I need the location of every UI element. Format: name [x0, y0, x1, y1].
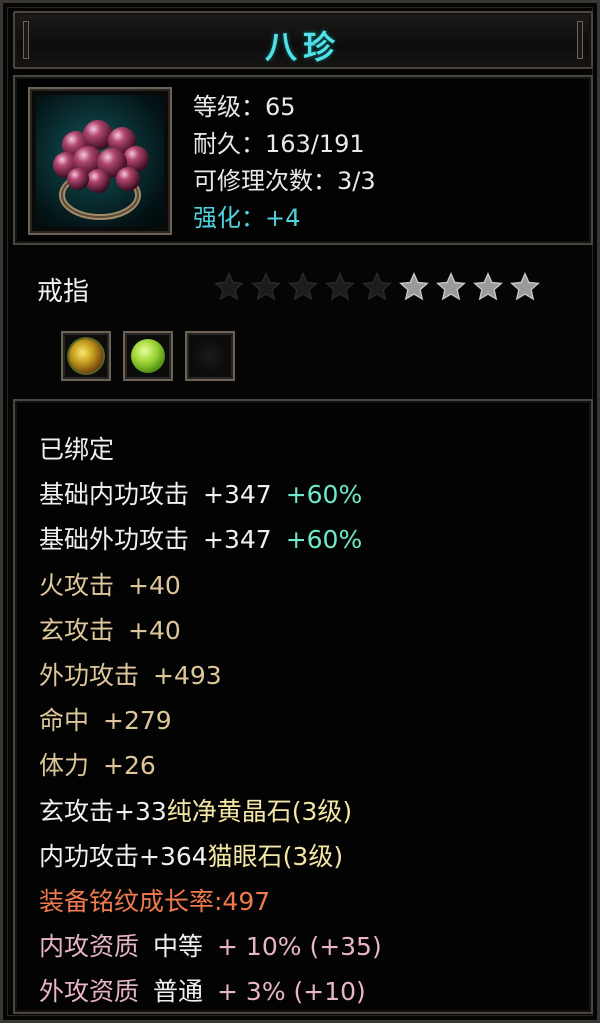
item-tooltip: 八珍 等级：65 耐久：163/191 可修理次数：3/3 强化：+4 戒指 已…: [0, 0, 600, 1023]
enhance-row: 强化：+4: [193, 204, 301, 232]
star-filled-icon: [510, 272, 540, 301]
star-filled-icon: [399, 272, 429, 301]
item-title: 八珍: [264, 28, 341, 66]
level-value: 65: [265, 93, 296, 121]
yellow-crystal-gem-icon: [69, 339, 103, 373]
star-empty-icon: [214, 272, 244, 301]
gem-slot-3[interactable]: [185, 331, 235, 381]
growth-rate: 装备铭纹成长率:497: [39, 886, 271, 916]
level-row: 等级：65: [193, 93, 296, 121]
base-outer-atk-row: 基础外功攻击 +347 +60%: [39, 525, 363, 555]
accuracy-row: 命中 +279: [39, 706, 172, 736]
item-stats: 等级：65 耐久：163/191 可修理次数：3/3 强化：+4: [193, 89, 376, 237]
gem-slots: [61, 331, 235, 381]
star-empty-icon: [325, 272, 355, 301]
base-inner-atk-row: 基础内功攻击 +347 +60%: [39, 480, 363, 510]
outer-atk-row: 外功攻击 +493: [39, 660, 222, 690]
outer-quality-row: 外攻资质 普通 + 3% (+10): [39, 977, 366, 1007]
bound-status: 已绑定: [39, 435, 115, 464]
star-filled-icon: [473, 272, 503, 301]
star-rating: [213, 271, 541, 305]
mystic-atk-row: 玄攻击 +40: [39, 615, 181, 645]
title-bar: 八珍: [13, 11, 593, 69]
empty-gem-slot-icon: [193, 339, 227, 373]
star-filled-icon: [436, 272, 466, 301]
durability-row: 耐久：163/191: [193, 130, 365, 158]
cats-eye-gem-icon: [131, 339, 165, 373]
gem1-row: 玄攻击+33纯净黄晶石(3级): [39, 796, 353, 826]
ring-icon: [36, 95, 164, 227]
gem2-row: 内功攻击+364猫眼石(3级): [39, 841, 344, 871]
gem-slot-2[interactable]: [123, 331, 173, 381]
item-type: 戒指: [37, 277, 90, 307]
star-empty-icon: [288, 272, 318, 301]
inner-quality-row: 内攻资质 中等 + 10% (+35): [39, 932, 382, 962]
star-empty-icon: [251, 272, 281, 301]
item-header: 等级：65 耐久：163/191 可修理次数：3/3 强化：+4: [13, 75, 593, 245]
durability-value: 163/191: [265, 130, 365, 158]
gem-slot-1[interactable]: [61, 331, 111, 381]
star-empty-icon: [362, 272, 392, 301]
repair-row: 可修理次数：3/3: [193, 167, 376, 195]
attributes-panel: 已绑定 基础内功攻击 +347 +60% 基础外功攻击 +347 +60% 火攻击 +40…: [13, 399, 593, 1014]
item-icon-frame[interactable]: [28, 87, 172, 235]
stamina-row: 体力 +26: [39, 751, 156, 781]
enhance-value: +4: [265, 204, 301, 232]
fire-atk-row: 火攻击 +40: [39, 570, 181, 600]
repair-value: 3/3: [337, 167, 376, 195]
